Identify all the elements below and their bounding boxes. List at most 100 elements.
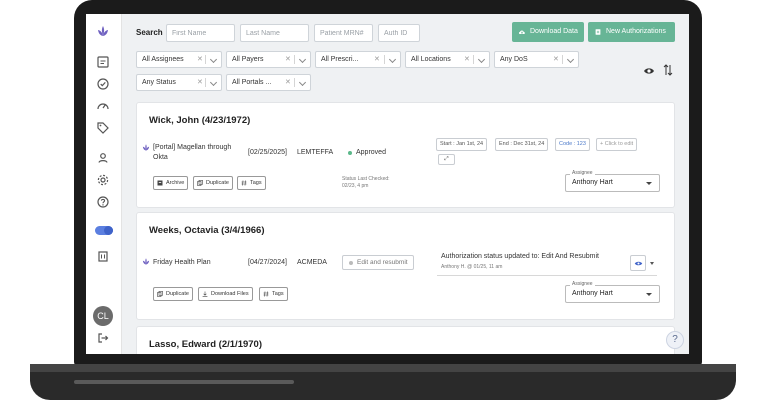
authorization-card[interactable]: Weeks, Octavia (3/4/1966) Friday Health … xyxy=(136,212,675,320)
clear-icon[interactable]: ✕ xyxy=(285,75,291,90)
status-dot xyxy=(349,261,353,265)
chevron-down-icon xyxy=(477,55,486,64)
tag-icon[interactable] xyxy=(95,120,111,136)
filter-portals-value: All Portals ... xyxy=(232,79,272,86)
status-update-meta: Anthony H. @ 01/25, 11 am xyxy=(441,264,503,270)
new-authorizations-label: New Authorizations xyxy=(606,28,666,35)
download-files-label: Download Files xyxy=(211,291,249,297)
gauge-icon[interactable] xyxy=(95,98,111,114)
caret-down-icon[interactable] xyxy=(650,262,654,265)
gear-icon[interactable] xyxy=(95,172,111,188)
click-to-edit-chip[interactable]: + Click to edit xyxy=(596,138,638,151)
expand-icon[interactable]: ⤢ xyxy=(438,154,455,165)
drug-code: ACMEDA xyxy=(297,259,327,266)
archive-button[interactable]: Archive xyxy=(153,176,189,190)
code-chip[interactable]: Code : 123 xyxy=(555,138,590,151)
copy-icon xyxy=(157,291,163,297)
avatar[interactable]: CL xyxy=(93,306,113,326)
download-data-label: Download Data xyxy=(530,28,578,35)
filter-status[interactable]: Any Status ✕ xyxy=(136,74,222,91)
chevron-down-icon xyxy=(566,55,575,64)
edit-and-resubmit-label: Edit and resubmit xyxy=(357,259,408,266)
edit-and-resubmit-button[interactable]: Edit and resubmit xyxy=(342,255,414,270)
logout-icon[interactable] xyxy=(95,330,111,346)
eye-icon[interactable] xyxy=(643,66,655,76)
user-icon[interactable] xyxy=(95,150,111,166)
auth-date: [04/27/2024] xyxy=(248,259,287,266)
filter-payers[interactable]: All Payers ✕ xyxy=(226,51,311,68)
filter-prescribers-value: All Prescri... xyxy=(321,56,359,63)
clear-icon[interactable]: ✕ xyxy=(464,52,470,67)
filter-prescribers[interactable]: All Prescri... ✕ xyxy=(315,51,401,68)
tags-label: Tags xyxy=(250,180,262,186)
clear-icon[interactable]: ✕ xyxy=(197,75,203,90)
laptop-base xyxy=(30,364,736,400)
clear-icon[interactable]: ✕ xyxy=(553,52,559,67)
help-circle-icon[interactable] xyxy=(95,194,111,210)
copy-icon xyxy=(197,180,203,186)
download-data-button[interactable]: Download Data xyxy=(512,22,584,42)
patient-mrn-input[interactable] xyxy=(314,24,373,42)
status-checked-value: 02/23, 4 pm xyxy=(342,183,369,189)
lotus-icon xyxy=(141,257,151,267)
portal-name: Friday Health Plan xyxy=(153,259,211,266)
patient-name[interactable]: Lasso, Edward (2/1/1970) xyxy=(149,339,262,350)
app-screen: CL Search Download Data New Authorizatio… xyxy=(86,14,689,354)
caret-down-icon xyxy=(646,293,652,296)
end-date-chip[interactable]: End : Dec 31st, 24 xyxy=(495,138,549,151)
clipboard-icon[interactable] xyxy=(95,54,111,70)
patient-name[interactable]: Weeks, Octavia (3/4/1966) xyxy=(149,225,264,236)
auth-date: [02/25/2025] xyxy=(248,149,287,156)
document-plus-icon xyxy=(595,29,601,35)
tags-button[interactable]: Tags xyxy=(259,287,288,301)
main-content: Search Download Data New Authorizations … xyxy=(122,14,689,354)
filter-assignees-value: All Assignees xyxy=(142,56,184,63)
duplicate-button[interactable]: Duplicate xyxy=(153,287,193,301)
status-checked-label: Status Last Checked: xyxy=(342,176,390,182)
first-name-input[interactable] xyxy=(166,24,235,42)
view-history-button[interactable] xyxy=(630,255,646,271)
auth-id-input[interactable] xyxy=(378,24,420,42)
divider xyxy=(437,275,657,276)
start-date-chip[interactable]: Start : Jan 1st, 24 xyxy=(436,138,488,151)
assignee-label: Assignee xyxy=(570,281,595,287)
filter-locations[interactable]: All Locations ✕ xyxy=(405,51,490,68)
help-button[interactable]: ? xyxy=(666,331,684,349)
filter-locations-value: All Locations xyxy=(411,56,451,63)
lotus-icon xyxy=(141,143,151,153)
filter-assignees[interactable]: All Assignees ✕ xyxy=(136,51,222,68)
last-name-input[interactable] xyxy=(240,24,309,42)
chevron-down-icon xyxy=(298,78,307,87)
filter-dos[interactable]: Any DoS ✕ xyxy=(494,51,579,68)
sidebar: CL xyxy=(86,14,122,354)
cloud-download-icon xyxy=(518,30,525,34)
clear-icon[interactable]: ✕ xyxy=(285,52,291,67)
building-icon[interactable] xyxy=(95,248,111,264)
filter-payers-value: All Payers xyxy=(232,56,264,63)
download-files-button[interactable]: Download Files xyxy=(198,287,253,301)
filter-portals[interactable]: All Portals ... ✕ xyxy=(226,74,311,91)
authorization-card[interactable]: Wick, John (4/23/1972) [Portal] Magellan… xyxy=(136,102,675,208)
duplicate-button[interactable]: Duplicate xyxy=(193,176,233,190)
status-badge: Approved xyxy=(356,149,386,156)
filter-status-value: Any Status xyxy=(142,79,176,86)
archive-icon xyxy=(157,180,163,186)
toggle-icon[interactable] xyxy=(95,226,113,235)
eye-icon xyxy=(634,261,643,266)
lotus-icon[interactable] xyxy=(95,24,111,40)
clear-icon[interactable]: ✕ xyxy=(197,52,203,67)
status-dot xyxy=(348,151,352,155)
patient-name[interactable]: Wick, John (4/23/1972) xyxy=(149,115,250,126)
tags-label: Tags xyxy=(272,291,284,297)
download-icon xyxy=(202,291,208,297)
new-authorizations-button[interactable]: New Authorizations xyxy=(588,22,675,42)
assignee-select[interactable]: Assignee Anthony Hart xyxy=(565,170,660,192)
sort-icon[interactable] xyxy=(663,64,673,76)
assignee-label: Assignee xyxy=(570,170,595,176)
chevron-down-icon xyxy=(298,55,307,64)
check-circle-icon[interactable] xyxy=(95,76,111,92)
authorization-card[interactable]: Lasso, Edward (2/1/1970) xyxy=(136,326,675,354)
assignee-select[interactable]: Assignee Anthony Hart xyxy=(565,281,660,303)
clear-icon[interactable]: ✕ xyxy=(374,52,380,67)
tags-button[interactable]: Tags xyxy=(237,176,266,190)
